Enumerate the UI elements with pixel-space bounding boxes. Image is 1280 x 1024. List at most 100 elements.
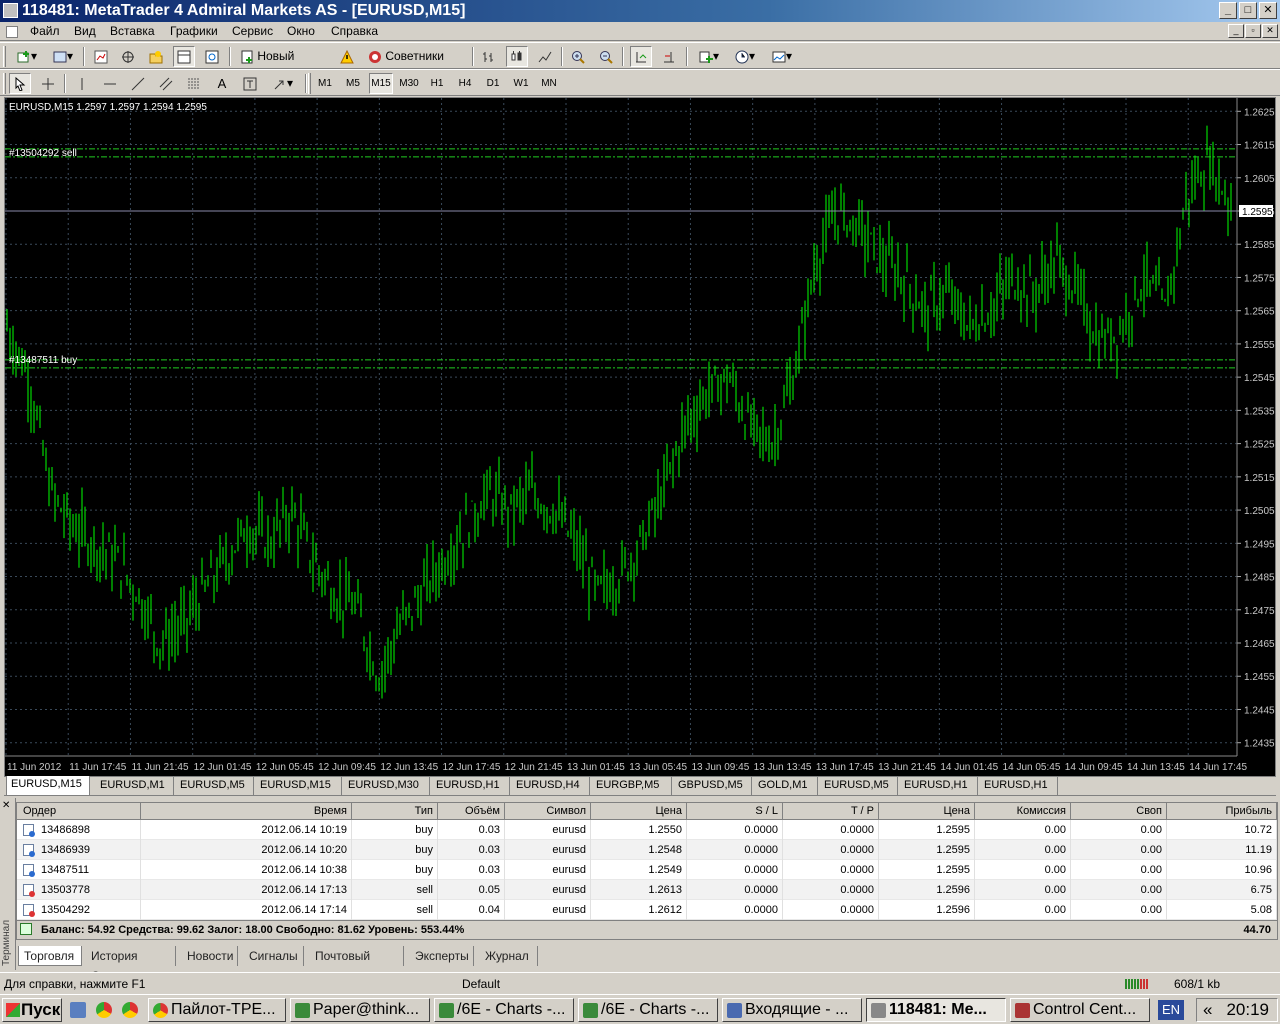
toolbar-grip[interactable]: [3, 73, 6, 94]
text-label-icon[interactable]: [239, 73, 261, 94]
col-swap[interactable]: Своп: [1071, 803, 1167, 820]
terminal-button[interactable]: [173, 46, 195, 67]
period-h1[interactable]: H1: [425, 73, 449, 94]
new-order-button[interactable]: Новый Ордер: [236, 46, 332, 82]
chart-tab[interactable]: GBPUSD,M5: [674, 777, 752, 795]
chrome-icon[interactable]: [96, 1002, 112, 1018]
line-chart-button[interactable]: [534, 46, 556, 67]
menu-view[interactable]: Вид: [74, 24, 96, 38]
chart-tab[interactable]: EURUSD,H4: [512, 777, 590, 795]
col-price[interactable]: Цена: [591, 803, 687, 820]
task-control-center[interactable]: Control Cent...: [1010, 998, 1150, 1022]
window-titlebar[interactable]: 118481: MetaTrader 4 Admiral Markets AS …: [0, 0, 1280, 22]
terminal-close-icon[interactable]: ✕: [2, 800, 10, 811]
navigator-button[interactable]: [145, 46, 167, 67]
col-type[interactable]: Тип: [352, 803, 438, 820]
document-icon[interactable]: [6, 26, 18, 38]
zoom-out-icon[interactable]: [595, 46, 617, 67]
alert-icon[interactable]: [336, 46, 358, 67]
tab-trade[interactable]: Торговля: [18, 946, 82, 966]
crosshair-icon[interactable]: [37, 73, 59, 94]
menu-window[interactable]: Окно: [287, 24, 315, 38]
period-m5[interactable]: M5: [341, 73, 365, 94]
tab-experts[interactable]: Эксперты: [410, 946, 474, 966]
channel-icon[interactable]: [155, 73, 177, 94]
col-tp[interactable]: T / P: [783, 803, 879, 820]
period-h4[interactable]: H4: [453, 73, 477, 94]
mdi-restore-button[interactable]: ▫: [1245, 24, 1261, 38]
task-inbox[interactable]: Входящие - ...: [722, 998, 862, 1022]
mdi-minimize-button[interactable]: _: [1228, 24, 1244, 38]
toolbar-grip[interactable]: [3, 46, 6, 67]
chart-tab[interactable]: EURUSD,H1: [432, 777, 510, 795]
chart-tab[interactable]: GOLD,M1: [754, 777, 818, 795]
col-commission[interactable]: Комиссия: [975, 803, 1071, 820]
experts-button[interactable]: Советники: [364, 46, 448, 67]
tab-account-history[interactable]: История Счета: [86, 946, 176, 983]
chart-tab[interactable]: EURUSD,M15: [256, 777, 342, 795]
chart-tab[interactable]: EURUSD,H1: [900, 777, 978, 795]
start-button[interactable]: Пуск: [2, 998, 62, 1022]
task-metatrader[interactable]: 118481: Me...: [866, 998, 1006, 1022]
tester-button[interactable]: [201, 46, 223, 67]
menu-charts[interactable]: Графики: [170, 24, 218, 38]
periods-clock-icon[interactable]: ▾: [729, 46, 761, 67]
menu-file[interactable]: Файл: [30, 24, 60, 38]
menu-tools[interactable]: Сервис: [232, 24, 273, 38]
data-window-button[interactable]: [117, 46, 139, 67]
tab-journal[interactable]: Журнал: [480, 946, 538, 966]
templates-button[interactable]: ▾: [765, 46, 799, 67]
tab-mailbox[interactable]: Почтовый ящик: [310, 946, 404, 983]
period-w1[interactable]: W1: [509, 73, 533, 94]
vertical-line-icon[interactable]: [71, 73, 93, 94]
col-profit[interactable]: Прибыль: [1167, 803, 1277, 820]
task-paper[interactable]: Paper@think...: [290, 998, 430, 1022]
col-current-price[interactable]: Цена: [879, 803, 975, 820]
bar-chart-button[interactable]: [478, 46, 500, 67]
period-mn[interactable]: MN: [537, 73, 561, 94]
period-d1[interactable]: D1: [481, 73, 505, 94]
text-tool-icon[interactable]: A: [211, 73, 233, 94]
tab-signals[interactable]: Сигналы: [244, 946, 304, 966]
col-symbol[interactable]: Символ: [505, 803, 591, 820]
profiles-button[interactable]: ▾: [47, 46, 79, 67]
quicklaunch-desktop-icon[interactable]: [70, 1002, 86, 1018]
menu-insert[interactable]: Вставка: [110, 24, 155, 38]
autoscroll-button[interactable]: [630, 46, 652, 67]
period-m1[interactable]: M1: [313, 73, 337, 94]
chart-tab[interactable]: EURUSD,M15: [6, 776, 90, 796]
maximize-button[interactable]: □: [1239, 2, 1257, 19]
task-6e-charts[interactable]: /6E - Charts -...: [578, 998, 718, 1022]
tab-news[interactable]: Новости: [182, 946, 238, 966]
col-sl[interactable]: S / L: [687, 803, 783, 820]
minimize-button[interactable]: _: [1219, 2, 1237, 19]
price-chart[interactable]: 1.2625 1.2615 1.2605 1.2595 1.2585 1.2575 1.25…: [5, 98, 1275, 776]
chart-tab[interactable]: EURUSD,M5: [820, 777, 898, 795]
market-watch-button[interactable]: [90, 46, 112, 67]
new-chart-button[interactable]: ▾: [10, 46, 44, 67]
arrows-icon[interactable]: ▾: [267, 73, 299, 94]
table-row[interactable]: 13486939 2012.06.14 10:20 buy 0.03 eurusd 1.2…: [17, 840, 1277, 860]
chart-shift-button[interactable]: [658, 46, 680, 67]
table-row[interactable]: 13487511 2012.06.14 10:38 buy 0.03 eurusd 1.2…: [17, 860, 1277, 880]
horizontal-line-icon[interactable]: [99, 73, 121, 94]
period-m30[interactable]: M30: [397, 73, 421, 94]
indicators-button[interactable]: ▾: [693, 46, 725, 67]
close-button[interactable]: ✕: [1259, 2, 1277, 19]
col-order[interactable]: Ордер: [17, 803, 141, 820]
fibonacci-icon[interactable]: [183, 73, 205, 94]
tray-expand-icon[interactable]: «: [1203, 999, 1212, 1021]
table-row[interactable]: 13486898 2012.06.14 10:19 buy 0.03 eurusd 1.2…: [17, 820, 1277, 840]
chart-tab[interactable]: EURUSD,M5: [176, 777, 254, 795]
col-volume[interactable]: Объём: [438, 803, 505, 820]
table-row[interactable]: 13503778 2012.06.14 17:13 sell 0.05 eurusd 1.…: [17, 880, 1277, 900]
mdi-close-button[interactable]: ✕: [1262, 24, 1278, 38]
table-row[interactable]: 13504292 2012.06.14 17:14 sell 0.04 eurusd 1.…: [17, 900, 1277, 920]
chart-tab[interactable]: EURUSD,M30: [344, 777, 430, 795]
trendline-icon[interactable]: [127, 73, 149, 94]
col-time[interactable]: Время: [141, 803, 352, 820]
chart-window[interactable]: 1.2625 1.2615 1.2605 1.2595 1.2585 1.2575 1.25…: [4, 97, 1276, 777]
toolbar-grip[interactable]: [308, 73, 311, 94]
chart-tab[interactable]: EURGBP,M5: [592, 777, 672, 795]
cursor-icon[interactable]: [9, 73, 31, 94]
